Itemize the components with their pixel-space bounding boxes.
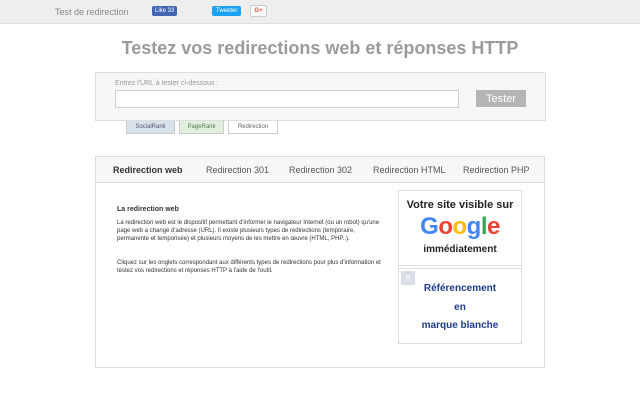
tabs-header: Redirection web Redirection 301 Redirect… [96,157,544,183]
content-title: La redirection web [117,206,179,213]
google-visibility-ad[interactable]: Votre site visible sur Google immédiatem… [398,190,522,266]
content-paragraph: Cliquez sur les onglets correspondant au… [117,260,381,274]
redirection-tabs-panel: Redirection web Redirection 301 Redirect… [95,156,545,368]
tab-socialrank[interactable]: SocialRank [126,121,175,134]
url-label: Entrez l'URL à tester ci-dessous : [115,80,219,87]
ad-line: immédiatement [423,244,497,255]
white-label-ad[interactable]: ✕ Référencement en marque blanche [398,268,522,344]
google-logo: Google [420,213,500,240]
tab-redirection-301[interactable]: Redirection 301 [206,165,269,175]
test-button[interactable]: Tester [476,90,526,107]
google-plus-button[interactable]: G+ [250,5,267,17]
top-bar: Test de redirection Like 33 Tweeter G+ [0,0,640,24]
ad-line: Référencement [423,283,497,294]
facebook-like-button[interactable]: Like 33 [152,6,178,16]
tab-redirection-php[interactable]: Redirection PHP [463,165,530,175]
tab-redirection-302[interactable]: Redirection 302 [289,165,352,175]
tab-redirection-html[interactable]: Redirection HTML [373,165,446,175]
ad-line: marque blanche [421,320,499,331]
tab-pagerank[interactable]: PageRank [179,121,224,134]
url-input[interactable] [115,90,459,108]
ad-line: Votre site visible sur [406,199,514,211]
ad-line: en [454,302,466,313]
content-paragraph: La redirection web est le dispositif per… [117,220,380,242]
tweet-button[interactable]: Tweeter [212,6,242,16]
tab-redirection[interactable]: Redirection [228,121,278,134]
tab-redirection-web[interactable]: Redirection web [113,165,183,175]
site-home-link[interactable]: Test de redirection [55,7,129,17]
url-form: Entrez l'URL à tester ci-dessous : Teste… [95,72,546,121]
page-title: Testez vos redirections web et réponses … [121,38,519,58]
